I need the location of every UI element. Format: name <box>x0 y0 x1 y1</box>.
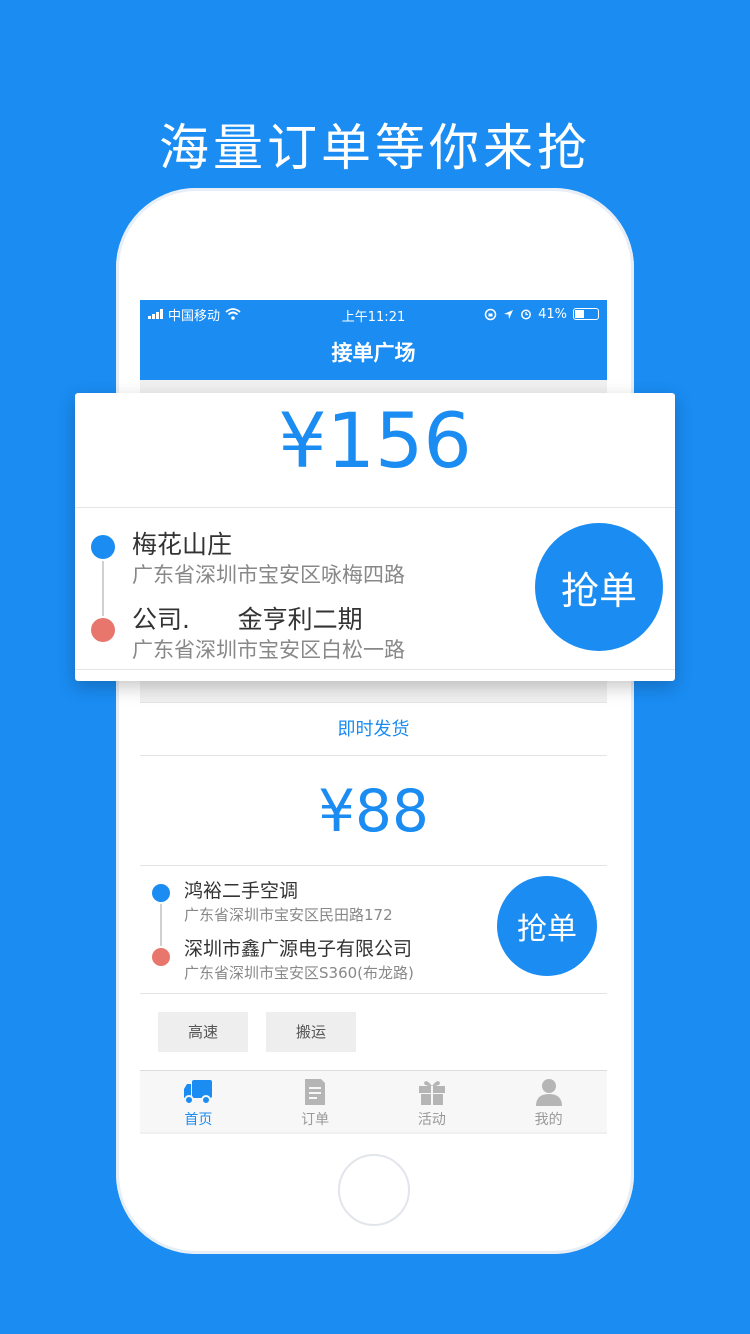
tag-highway: 高速 <box>158 1012 248 1052</box>
pickup-address: 广东省深圳市宝安区民田路172 <box>184 906 393 924</box>
status-time: 上午11:21 <box>341 310 406 325</box>
featured-route: 梅花山庄 广东省深圳市宝安区咏梅四路 公司. 金亨利二期 广东省深圳市宝安区白松… <box>75 508 675 670</box>
dropoff-name: 深圳市鑫广源电子有限公司 <box>184 938 413 960</box>
tab-activities[interactable]: 活动 <box>374 1071 491 1132</box>
pickup-dot-icon <box>152 884 170 902</box>
tab-activities-label: 活动 <box>417 1112 446 1128</box>
tab-profile-label: 我的 <box>534 1112 563 1128</box>
order-type: 即时发货 <box>140 702 607 756</box>
route-line <box>102 561 104 616</box>
tab-home[interactable]: 首页 <box>140 1071 257 1132</box>
order-tags: 高速 搬运 <box>140 994 607 1070</box>
tab-orders-label: 订单 <box>301 1112 330 1128</box>
pickup-name: 鸿裕二手空调 <box>184 880 299 902</box>
featured-order-card[interactable]: ¥156 梅花山庄 广东省深圳市宝安区咏梅四路 公司. 金亨利二期 广东省深圳市… <box>75 393 675 681</box>
home-button[interactable] <box>338 1154 410 1226</box>
featured-dropoff-address: 广东省深圳市宝安区白松一路 <box>132 638 405 662</box>
featured-pickup-name: 梅花山庄 <box>132 530 233 559</box>
dropoff-dot-icon <box>152 948 170 966</box>
featured-dropoff-name: 公司. 金亨利二期 <box>132 605 363 634</box>
tag-moving: 搬运 <box>266 1012 356 1052</box>
dropoff-address: 广东省深圳市宝安区S360(布龙路) <box>184 964 414 982</box>
order-card[interactable]: 即时发货 ¥88 鸿裕二手空调 广东省深圳市宝安区民田路172 深圳市鑫广源电子… <box>140 702 607 1070</box>
grab-order-button[interactable]: 抢单 <box>497 876 597 976</box>
gift-icon <box>418 1081 445 1105</box>
featured-pickup-address: 广东省深圳市宝安区咏梅四路 <box>132 563 405 587</box>
tab-home-label: 首页 <box>184 1112 213 1128</box>
promo-headline: 海量订单等你来抢 <box>159 119 591 177</box>
tab-bar: 首页 订单 活动 我的 <box>140 1070 607 1132</box>
order-route: 鸿裕二手空调 广东省深圳市宝安区民田路172 深圳市鑫广源电子有限公司 广东省深… <box>140 866 607 994</box>
document-icon <box>305 1079 326 1105</box>
tab-orders[interactable]: 订单 <box>257 1071 374 1132</box>
person-icon <box>535 1079 562 1106</box>
tab-profile[interactable]: 我的 <box>490 1071 607 1132</box>
dropoff-dot-icon <box>91 618 115 642</box>
featured-grab-order-button[interactable]: 抢单 <box>535 523 663 651</box>
truck-icon <box>184 1080 213 1105</box>
status-bar: 中国移动 上午11:21 41% <box>140 300 607 328</box>
order-price: ¥88 <box>140 756 607 866</box>
nav-title: 接单广场 <box>140 328 607 380</box>
pickup-dot-icon <box>91 535 115 559</box>
route-line <box>160 904 162 946</box>
featured-price: ¥156 <box>75 393 675 508</box>
